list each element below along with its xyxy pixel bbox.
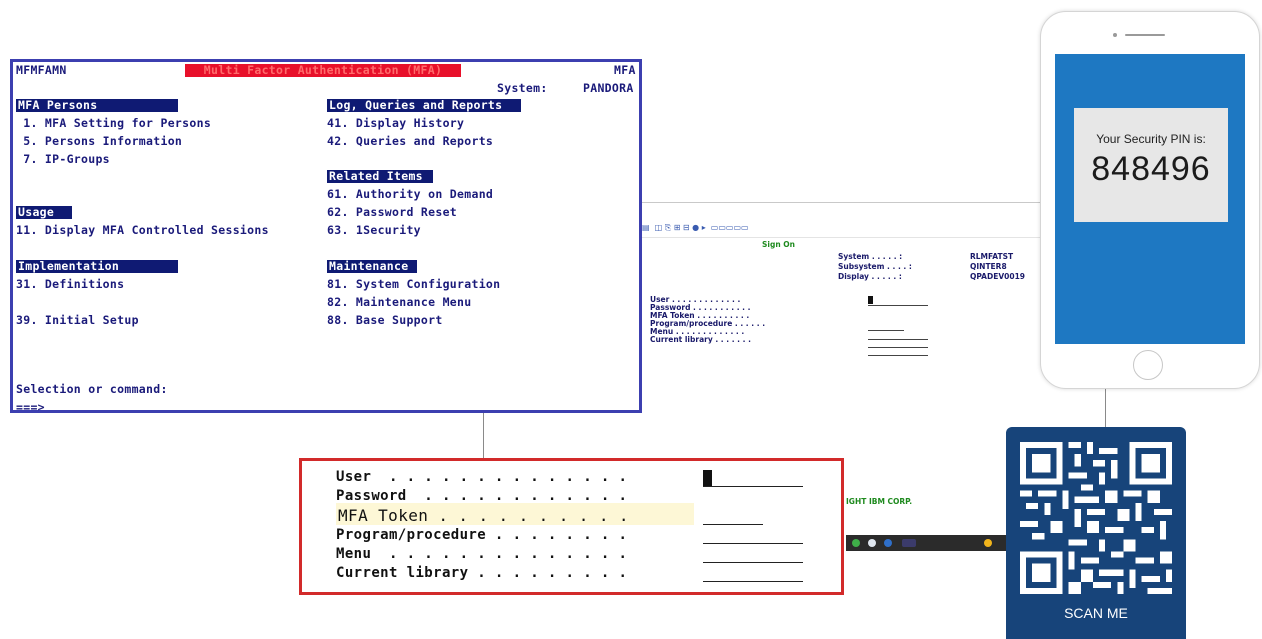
scan-me-label: SCAN ME [1064, 605, 1128, 621]
signon-subsystem-label: Subsystem . . . . : [838, 262, 912, 271]
signon-menu-input[interactable] [868, 347, 928, 348]
menu-option-61[interactable]: 61. Authority on Demand [327, 188, 493, 201]
menu-option-41[interactable]: 41. Display History [327, 117, 464, 130]
menu-option-62[interactable]: 62. Password Reset [327, 206, 457, 219]
menu-option-42[interactable]: 42. Queries and Reports [327, 135, 493, 148]
zoomed-signon-fields: User . . . . . . . . . . . . . . Passwor… [299, 458, 844, 595]
selection-prompt: Selection or command: [16, 382, 168, 396]
menu-option-39[interactable]: 39. Initial Setup [16, 314, 139, 327]
signon-system-value: RLMFATST [970, 252, 1014, 261]
signon-user-cursor [868, 296, 873, 304]
command-line-input[interactable]: ===> [16, 401, 45, 414]
password-label: Password . . . . . . . . . . . . [336, 488, 628, 504]
user-input[interactable] [703, 486, 803, 487]
menu-option-7[interactable]: 7. IP-Groups [16, 153, 110, 166]
signon-field-library-label: Current library . . . . . . . [650, 335, 751, 344]
program-id: MFMFAMN [16, 63, 67, 77]
screen-title: Multi Factor Authentication (MFA) [185, 64, 461, 77]
taskbar-app-icon[interactable] [984, 539, 992, 547]
signon-display-value: QPADEV0019 [970, 272, 1026, 281]
signon-user-input[interactable] [868, 305, 928, 306]
taskbar-app-icon[interactable] [868, 539, 876, 547]
menu-option-81[interactable]: 81. System Configuration [327, 278, 500, 291]
security-pin-value: 848496 [1091, 150, 1211, 188]
signon-library-input[interactable] [868, 355, 928, 356]
menu-option-82[interactable]: 82. Maintenance Menu [327, 296, 471, 309]
section-implementation: Implementation [16, 260, 178, 273]
user-label: User . . . . . . . . . . . . . . [336, 469, 628, 485]
section-related-items: Related Items [327, 170, 433, 183]
phone-speaker [1125, 34, 1165, 36]
smartphone: Your Security PIN is: 848496 [1040, 11, 1260, 389]
section-log-queries-reports: Log, Queries and Reports [327, 99, 521, 112]
program-procedure-label: Program/procedure . . . . . . . . [336, 527, 628, 543]
home-button[interactable] [1133, 350, 1163, 380]
signon-system-label: System . . . . . : [838, 252, 903, 261]
signon-display-label: Display . . . . . : [838, 272, 902, 281]
menu-option-63[interactable]: 63. 1Security [327, 224, 421, 237]
menu-option-11[interactable]: 11. Display MFA Controlled Sessions [16, 224, 269, 237]
current-library-label: Current library . . . . . . . . . [336, 565, 628, 581]
menu-option-88[interactable]: 88. Base Support [327, 314, 443, 327]
signon-copyright: IGHT IBM CORP. [846, 497, 913, 506]
mfa-token-input[interactable] [703, 524, 763, 525]
signon-program-input[interactable] [868, 339, 928, 340]
taskbar-app-icon[interactable] [884, 539, 892, 547]
menu-label: Menu . . . . . . . . . . . . . . [336, 546, 628, 562]
qr-code-icon [1020, 442, 1172, 594]
signon-subsystem-value: QINTER8 [970, 262, 1007, 271]
section-mfa-persons: MFA Persons [16, 99, 178, 112]
current-library-input[interactable] [703, 581, 803, 582]
qr-code-card: SCAN ME [1006, 427, 1186, 639]
menu-input[interactable] [703, 562, 803, 563]
taskbar-app-icon[interactable] [902, 539, 916, 547]
taskbar-app-icon[interactable] [852, 539, 860, 547]
system-value: PANDORA [583, 81, 634, 95]
system-label: System: [497, 81, 548, 95]
menu-option-5[interactable]: 5. Persons Information [16, 135, 182, 148]
connector-line [483, 413, 484, 458]
security-pin-label: Your Security PIN is: [1096, 132, 1206, 146]
security-pin-card: Your Security PIN is: 848496 [1074, 108, 1228, 222]
section-maintenance: Maintenance [327, 260, 417, 273]
emulator-toolbar: ▤ ◫ ⎘ ⊞ ⊟ ● ▸ ▭▭▭▭▭ [642, 223, 1046, 238]
user-input-cursor [703, 470, 712, 486]
program-procedure-input[interactable] [703, 543, 803, 544]
signon-mfa-input[interactable] [868, 330, 904, 331]
product-name: MFA [614, 63, 636, 77]
section-usage: Usage [16, 206, 72, 219]
signon-title: Sign On [762, 240, 796, 249]
connector-line [1105, 389, 1106, 427]
menu-option-1[interactable]: 1. MFA Setting for Persons [16, 117, 211, 130]
mfa-menu-screen: MFMFAMN Multi Factor Authentication (MFA… [10, 59, 642, 414]
mfa-token-label: MFA Token . . . . . . . . . . [338, 506, 629, 525]
phone-camera [1113, 33, 1117, 37]
phone-screen: Your Security PIN is: 848496 [1055, 54, 1245, 344]
menu-option-31[interactable]: 31. Definitions [16, 278, 124, 291]
